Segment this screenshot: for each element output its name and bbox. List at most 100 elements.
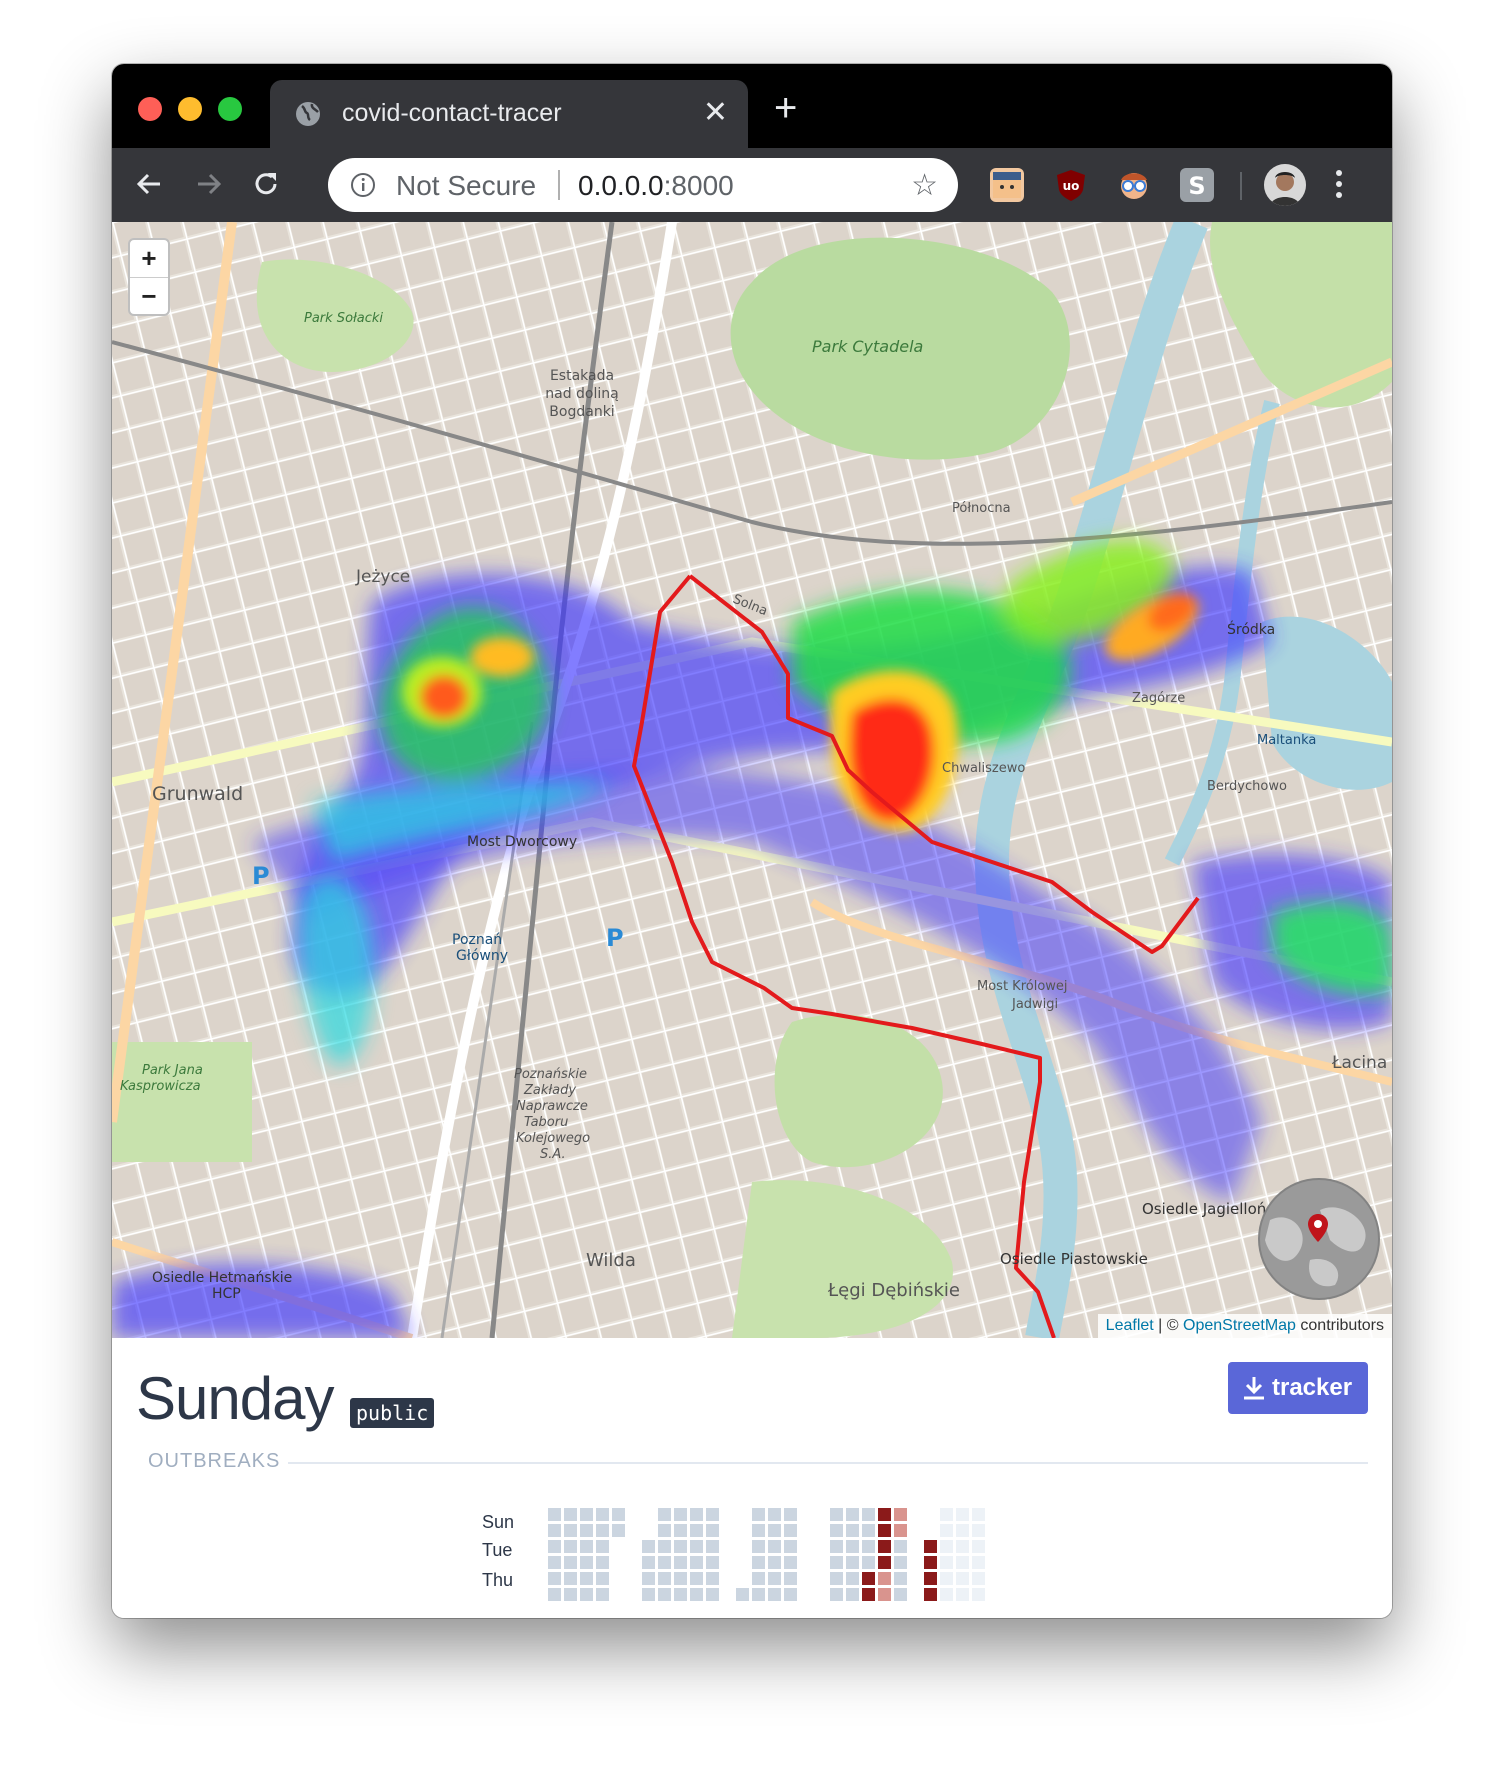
calendar-day-cell[interactable] xyxy=(752,1524,765,1537)
calendar-day-cell[interactable] xyxy=(972,1572,985,1585)
calendar-day-cell[interactable] xyxy=(690,1524,703,1537)
calendar-day-cell[interactable] xyxy=(972,1588,985,1601)
calendar-day-cell[interactable] xyxy=(674,1572,687,1585)
calendar-day-cell[interactable] xyxy=(830,1524,843,1537)
calendar-day-cell[interactable] xyxy=(642,1556,655,1569)
s-extension-icon[interactable]: S xyxy=(1180,168,1214,202)
calendar-day-cell[interactable] xyxy=(830,1572,843,1585)
calendar-day-cell[interactable] xyxy=(658,1572,671,1585)
calendar-day-cell[interactable] xyxy=(878,1588,891,1601)
calendar-day-cell[interactable] xyxy=(956,1588,969,1601)
calendar-day-cell[interactable] xyxy=(548,1524,561,1537)
calendar-day-cell[interactable] xyxy=(940,1524,953,1537)
calendar-day-cell[interactable] xyxy=(564,1588,577,1601)
calendar-day-cell[interactable] xyxy=(658,1540,671,1553)
calendar-day-cell[interactable] xyxy=(596,1556,609,1569)
minimap-globe[interactable] xyxy=(1258,1178,1380,1300)
calendar-day-cell[interactable] xyxy=(830,1540,843,1553)
calendar-day-cell[interactable] xyxy=(706,1540,719,1553)
calendar-day-cell[interactable] xyxy=(580,1508,593,1521)
calendar-day-cell[interactable] xyxy=(846,1508,859,1521)
maximize-window-button[interactable] xyxy=(218,97,242,121)
calendar-day-cell[interactable] xyxy=(674,1524,687,1537)
calendar-day-cell[interactable] xyxy=(768,1556,781,1569)
calendar-day-cell[interactable] xyxy=(580,1540,593,1553)
calendar-day-cell[interactable] xyxy=(956,1540,969,1553)
calendar-day-cell[interactable] xyxy=(972,1508,985,1521)
calendar-day-cell[interactable] xyxy=(940,1588,953,1601)
calendar-day-cell[interactable] xyxy=(752,1588,765,1601)
calendar-day-cell[interactable] xyxy=(690,1588,703,1601)
avatar[interactable] xyxy=(1264,164,1306,206)
calendar-day-cell[interactable] xyxy=(580,1556,593,1569)
calendar-day-cell[interactable] xyxy=(878,1540,891,1553)
calendar-day-cell[interactable] xyxy=(862,1524,875,1537)
calendar-day-cell[interactable] xyxy=(706,1524,719,1537)
calendar-day-cell[interactable] xyxy=(862,1540,875,1553)
zoom-in-button[interactable]: + xyxy=(130,240,168,278)
calendar-day-cell[interactable] xyxy=(642,1572,655,1585)
calendar-day-cell[interactable] xyxy=(564,1556,577,1569)
calendar-day-cell[interactable] xyxy=(706,1508,719,1521)
calendar-day-cell[interactable] xyxy=(924,1556,937,1569)
calendar-day-cell[interactable] xyxy=(548,1572,561,1585)
calendar-day-cell[interactable] xyxy=(862,1588,875,1601)
calendar-day-cell[interactable] xyxy=(548,1588,561,1601)
calendar-day-cell[interactable] xyxy=(940,1556,953,1569)
calendar-day-cell[interactable] xyxy=(690,1556,703,1569)
url-text[interactable]: 0.0.0.0:8000 xyxy=(578,170,734,202)
calendar-day-cell[interactable] xyxy=(894,1588,907,1601)
calendar-day-cell[interactable] xyxy=(596,1572,609,1585)
calendar-day-cell[interactable] xyxy=(642,1540,655,1553)
calendar-day-cell[interactable] xyxy=(690,1540,703,1553)
calendar-day-cell[interactable] xyxy=(894,1540,907,1553)
info-icon[interactable] xyxy=(350,172,376,198)
calendar-day-cell[interactable] xyxy=(768,1524,781,1537)
calendar-day-cell[interactable] xyxy=(972,1556,985,1569)
calendar-day-cell[interactable] xyxy=(596,1540,609,1553)
new-tab-button[interactable]: + xyxy=(774,88,797,128)
calendar-day-cell[interactable] xyxy=(878,1508,891,1521)
calendar-day-cell[interactable] xyxy=(612,1508,625,1521)
calendar-day-cell[interactable] xyxy=(846,1524,859,1537)
calendar-day-cell[interactable] xyxy=(784,1540,797,1553)
calendar-day-cell[interactable] xyxy=(846,1556,859,1569)
calendar-day-cell[interactable] xyxy=(580,1588,593,1601)
calendar-day-cell[interactable] xyxy=(784,1508,797,1521)
calendar-day-cell[interactable] xyxy=(784,1556,797,1569)
calendar-day-cell[interactable] xyxy=(674,1588,687,1601)
calendar-day-cell[interactable] xyxy=(580,1524,593,1537)
calendar-day-cell[interactable] xyxy=(642,1588,655,1601)
calendar-day-cell[interactable] xyxy=(548,1540,561,1553)
calendar-day-cell[interactable] xyxy=(924,1572,937,1585)
calendar-day-cell[interactable] xyxy=(564,1524,577,1537)
calendar-day-cell[interactable] xyxy=(878,1556,891,1569)
close-window-button[interactable] xyxy=(138,97,162,121)
address-bar[interactable]: Not Secure 0.0.0.0:8000 ☆ xyxy=(328,158,958,212)
calendar-day-cell[interactable] xyxy=(784,1572,797,1585)
calendar-day-cell[interactable] xyxy=(564,1540,577,1553)
calendar-day-cell[interactable] xyxy=(878,1572,891,1585)
calendar-day-cell[interactable] xyxy=(956,1572,969,1585)
close-tab-icon[interactable]: ✕ xyxy=(703,96,728,130)
calendar-day-cell[interactable] xyxy=(580,1572,593,1585)
calendar-day-cell[interactable] xyxy=(596,1588,609,1601)
calendar-day-cell[interactable] xyxy=(956,1508,969,1521)
calendar-day-cell[interactable] xyxy=(706,1572,719,1585)
calendar-day-cell[interactable] xyxy=(862,1508,875,1521)
calendar-day-cell[interactable] xyxy=(752,1508,765,1521)
calendar-day-cell[interactable] xyxy=(674,1556,687,1569)
calendar-day-cell[interactable] xyxy=(956,1524,969,1537)
calendar-day-cell[interactable] xyxy=(972,1540,985,1553)
calendar-day-cell[interactable] xyxy=(736,1588,749,1601)
calendar-day-cell[interactable] xyxy=(862,1556,875,1569)
calendar-day-cell[interactable] xyxy=(674,1540,687,1553)
calendar-day-cell[interactable] xyxy=(768,1508,781,1521)
calendar-day-cell[interactable] xyxy=(564,1572,577,1585)
map-view[interactable]: Park Cytadela Park Sołacki Estakada nad … xyxy=(112,222,1392,1338)
calendar-day-cell[interactable] xyxy=(768,1540,781,1553)
reload-icon[interactable] xyxy=(246,164,286,204)
calendar-day-cell[interactable] xyxy=(894,1524,907,1537)
calendar-day-cell[interactable] xyxy=(658,1508,671,1521)
calendar-day-cell[interactable] xyxy=(894,1508,907,1521)
